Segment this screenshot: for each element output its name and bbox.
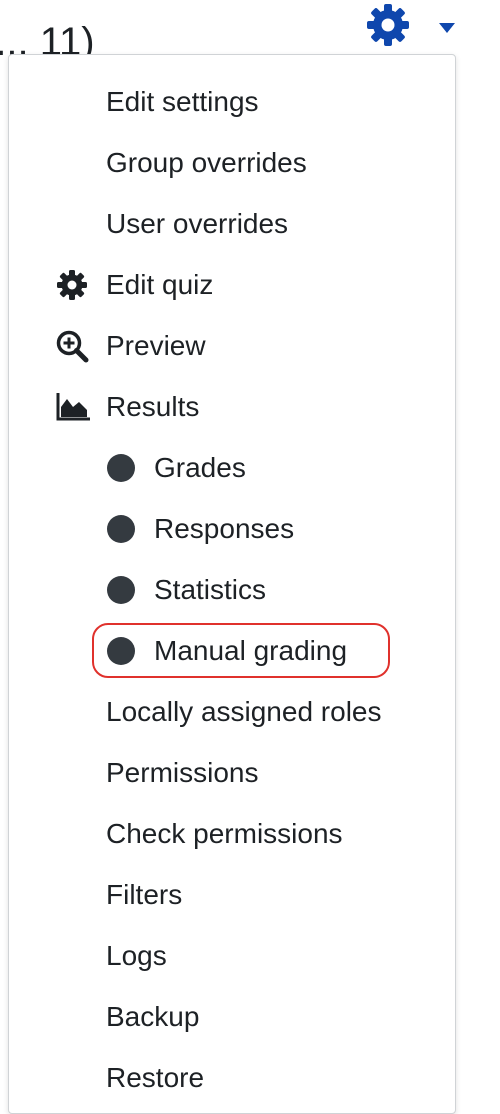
gear-icon: [367, 4, 409, 46]
bullet-icon: [107, 454, 135, 482]
menu-item-check-permissions[interactable]: Check permissions: [9, 803, 455, 864]
menu-item-responses[interactable]: Responses: [9, 498, 455, 559]
menu-item-manual-grading[interactable]: Manual grading: [9, 620, 455, 681]
menu-item-label: Responses: [154, 513, 295, 544]
menu-item-label: Edit settings: [106, 86, 259, 117]
menu-item-label: Results: [106, 391, 200, 422]
caret-down-icon: [439, 23, 455, 33]
menu-item-locally-assigned-roles[interactable]: Locally assigned roles: [9, 681, 455, 742]
bullet-icon: [107, 637, 135, 665]
menu-item-permissions[interactable]: Permissions: [9, 742, 455, 803]
menu-item-edit-quiz[interactable]: Edit quiz: [9, 254, 455, 315]
area-chart-icon: [56, 393, 90, 421]
menu-item-restore[interactable]: Restore: [9, 1047, 455, 1108]
menu-item-label: Edit quiz: [106, 269, 214, 300]
menu-item-label: Filters: [106, 879, 183, 910]
menu-item-edit-settings[interactable]: Edit settings: [9, 71, 455, 132]
menu-item-results[interactable]: Results: [9, 376, 455, 437]
menu-item-label: Manual grading: [154, 635, 348, 666]
menu-item-label: Restore: [106, 1062, 205, 1093]
menu-item-label: Backup: [106, 1001, 200, 1032]
menu-item-label: Preview: [106, 330, 206, 361]
menu-item-group-overrides[interactable]: Group overrides: [9, 132, 455, 193]
menu-item-label: Grades: [154, 452, 246, 483]
menu-item-user-overrides[interactable]: User overrides: [9, 193, 455, 254]
menu-item-label: Logs: [106, 940, 167, 971]
gear-icon: [57, 270, 87, 300]
bullet-icon: [107, 515, 135, 543]
menu-item-logs[interactable]: Logs: [9, 925, 455, 986]
menu-item-label: Permissions: [106, 757, 259, 788]
actions-menu-toggle[interactable]: [362, 2, 472, 46]
actions-dropdown-menu: Edit settings Group overrides User overr…: [8, 54, 456, 1114]
bullet-icon: [107, 576, 135, 604]
menu-item-label: Check permissions: [106, 818, 343, 849]
menu-item-statistics[interactable]: Statistics: [9, 559, 455, 620]
menu-item-backup[interactable]: Backup: [9, 986, 455, 1047]
menu-item-label: Locally assigned roles: [106, 696, 382, 727]
menu-item-preview[interactable]: Preview: [9, 315, 455, 376]
menu-item-filters[interactable]: Filters: [9, 864, 455, 925]
zoom-in-icon: [56, 330, 89, 363]
menu-item-label: Group overrides: [106, 147, 307, 178]
menu-item-grades[interactable]: Grades: [9, 437, 455, 498]
menu-item-label: Statistics: [154, 574, 267, 605]
menu-item-label: User overrides: [106, 208, 289, 239]
